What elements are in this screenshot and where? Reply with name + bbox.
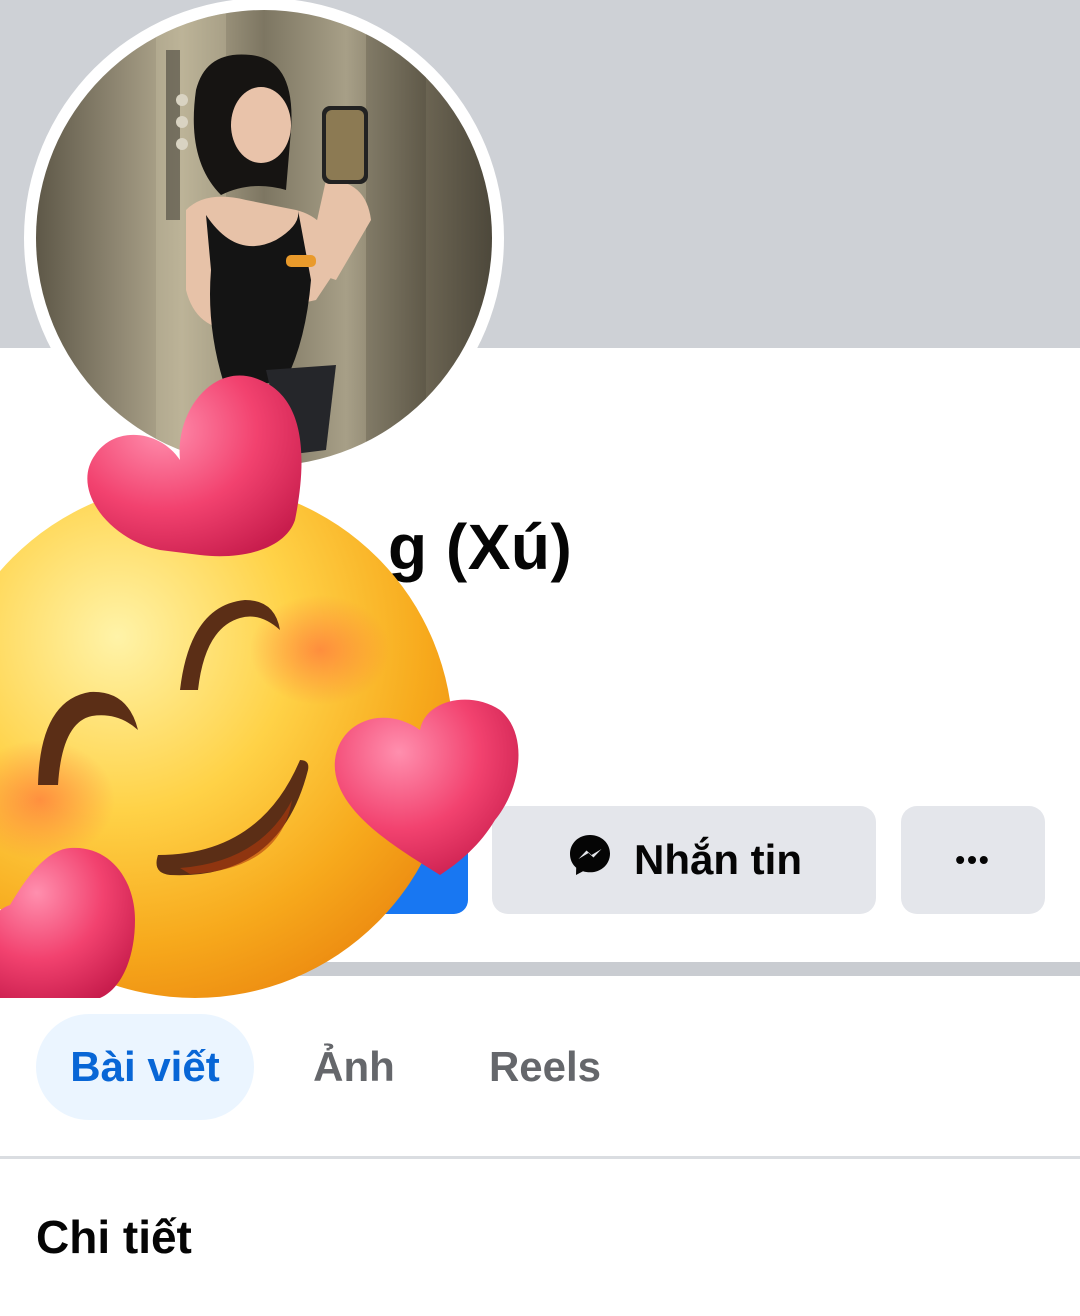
message-button[interactable]: Nhắn tin [492,806,876,914]
more-options-button[interactable]: ••• [901,806,1045,914]
message-button-label: Nhắn tin [634,836,802,883]
section-divider [0,962,1080,976]
tab-reels[interactable]: Reels [470,1014,620,1120]
profile-name: g (Xú) [388,511,573,583]
tab-photos[interactable]: Ảnh [290,1014,418,1120]
messenger-icon [566,831,614,889]
primary-action-button[interactable] [320,806,468,914]
more-dots-icon: ••• [955,844,991,875]
profile-page: g (Xú) Nhắn tin ••• Bài viết Ảnh Reels C… [0,0,1080,1316]
tab-posts[interactable]: Bài viết [36,1014,254,1120]
tabs-divider [0,1156,1080,1159]
avatar-photo [156,10,426,466]
profile-avatar[interactable] [36,10,492,466]
details-heading: Chi tiết [36,1211,192,1263]
